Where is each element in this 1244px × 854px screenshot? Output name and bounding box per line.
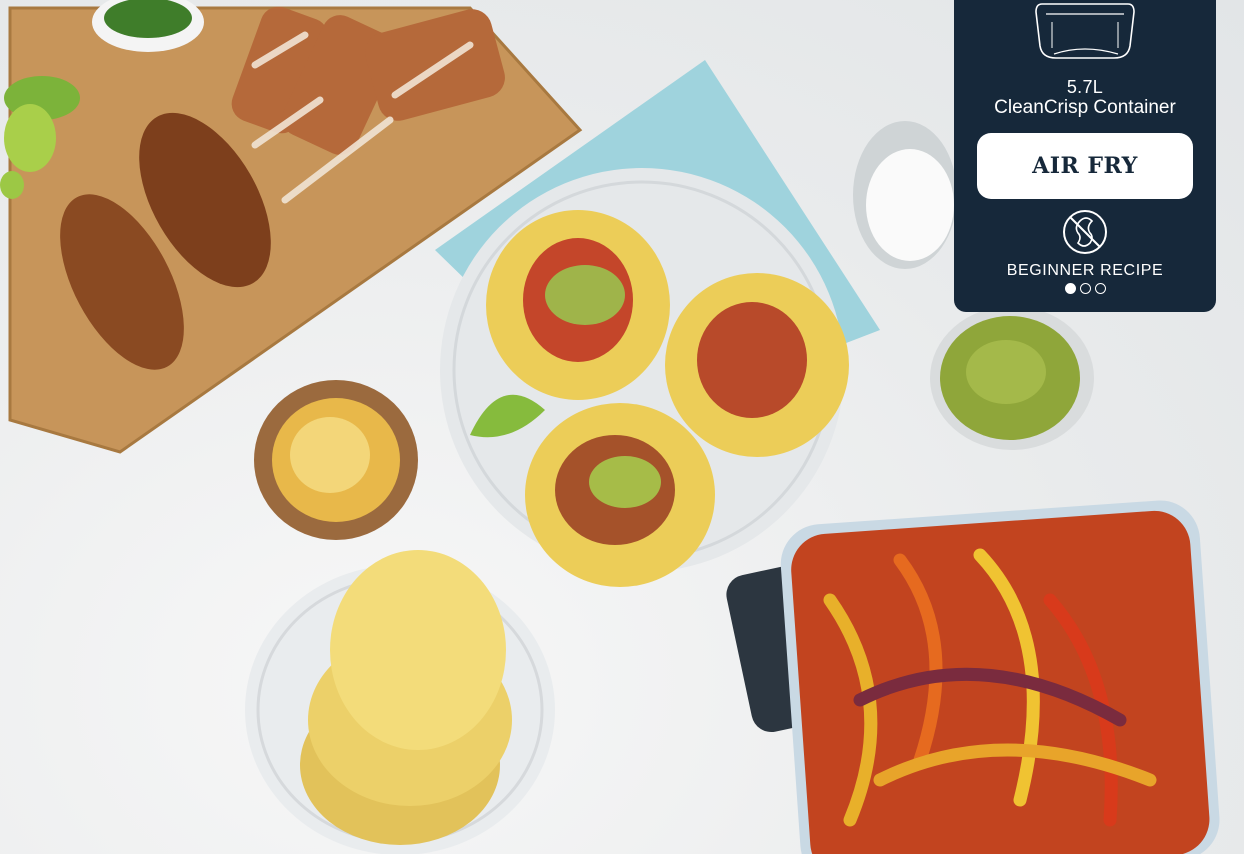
carousel-dot[interactable] — [1064, 283, 1076, 294]
difficulty-label: BEGINNER RECIPE — [1006, 262, 1164, 279]
air-fryer-container-icon — [1035, 3, 1135, 59]
container-capacity: 5.7L — [1066, 77, 1104, 97]
carousel-dot[interactable] — [1079, 283, 1091, 294]
recipe-info-card: 5.7L CleanCrisp Container AIR FRY BEGINN… — [954, 0, 1216, 312]
carousel-dot[interactable] — [1094, 283, 1106, 294]
veggie-container — [726, 500, 1220, 854]
no-nuts-icon — [1063, 210, 1107, 254]
carousel-indicator — [954, 283, 1216, 294]
container-name: CleanCrisp Container — [994, 97, 1176, 118]
air-fry-mode-button[interactable]: AIR FRY — [977, 133, 1193, 199]
